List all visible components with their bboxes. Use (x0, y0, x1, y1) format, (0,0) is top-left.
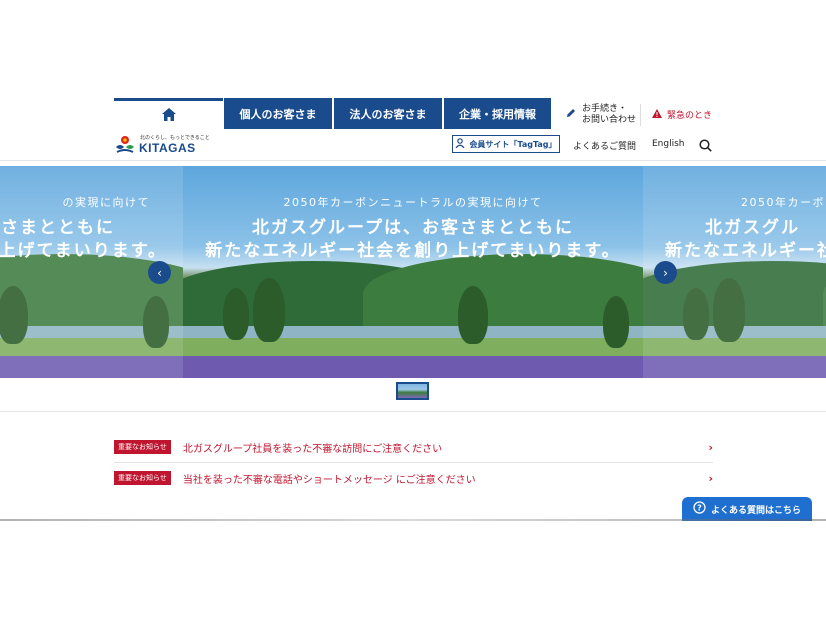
notice-text: 北ガスグループ社員を装った不審な訪問にご注意ください (182, 443, 443, 455)
hero-next-line1: 北ガスグル (705, 218, 800, 238)
logo-mark-icon (114, 135, 136, 159)
carousel-next-button[interactable]: › (654, 261, 677, 284)
carousel-thumbnail[interactable] (396, 382, 429, 400)
procedures-link[interactable]: お手続き・ お問い合わせ (566, 104, 636, 126)
hero-slide-current[interactable]: 2050年カーボンニュートラルの実現に向けて 北ガスグループは、お客さまとともに… (183, 166, 643, 378)
header-divider-line (0, 160, 826, 161)
search-icon (699, 137, 712, 156)
faq-link[interactable]: よくあるご質問 (573, 139, 636, 152)
procedures-label: お手続き・ お問い合わせ (582, 104, 636, 126)
important-badge: 重要なお知らせ (114, 440, 171, 454)
carousel-thumbnail-image (398, 384, 427, 398)
emergency-link[interactable]: 緊急のとき (652, 108, 712, 121)
hero-next-line2: 新たなエネルギー社 (665, 241, 826, 261)
header-divider (640, 104, 641, 126)
member-site-label: 会員サイト「TagTag」 (469, 139, 557, 149)
emergency-label: 緊急のとき (667, 111, 713, 121)
chevron-right-icon: › (663, 265, 668, 280)
warning-icon (652, 108, 662, 121)
kitagas-logo[interactable]: 北のくらし、もっとできること KITAGAS (114, 133, 210, 155)
hero-headline-line2: 新たなエネルギー社会を創り上げてまいります。 (205, 241, 621, 261)
page-bottom-edge (0, 519, 826, 521)
english-link[interactable]: English (652, 139, 685, 149)
procedures-label-line1: お手続き・ (582, 104, 628, 114)
svg-text:?: ? (697, 503, 702, 512)
procedures-label-line2: お問い合わせ (582, 115, 637, 125)
question-circle-icon: ? (693, 501, 706, 517)
member-site-button[interactable]: 会員サイト「TagTag」 (452, 135, 560, 153)
tab-corporate-label: 法人のお客さま (349, 107, 427, 121)
logo-wordmark: KITAGAS (139, 141, 196, 155)
notice-text: 当社を装った不審な電話やショートメッセージ にご注意ください (182, 474, 476, 486)
important-badge: 重要なお知らせ (114, 471, 171, 485)
hero-prev-subtitle: の実現に向けて (62, 196, 150, 209)
search-button[interactable] (699, 137, 712, 156)
user-icon (455, 138, 465, 150)
notice-item[interactable]: 重要なお知らせ 当社を装った不審な電話やショートメッセージ にご注意ください › (114, 463, 713, 493)
hero-headline-line1: 北ガスグループは、お客さまとともに (252, 218, 574, 238)
pencil-icon (566, 108, 576, 122)
hero-prev-line2: 上げてまいります。 (0, 241, 167, 261)
tab-personal-label: 個人のお客さま (239, 107, 317, 121)
tab-company-recruit[interactable]: 企業・採用情報 (444, 98, 551, 129)
logo-tagline: 北のくらし、もっとできること (140, 135, 210, 141)
home-icon (161, 106, 176, 125)
faq-floating-label: よくある質問はこちら (710, 505, 801, 516)
carousel-prev-button[interactable]: ‹ (148, 261, 171, 284)
chevron-right-icon: › (708, 471, 713, 485)
hero-subtitle: 2050年カーボンニュートラルの実現に向けて (283, 196, 543, 209)
tab-personal-customers[interactable]: 個人のお客さま (224, 98, 332, 129)
hero-prev-line1: さまとともに (1, 218, 115, 238)
notice-item[interactable]: 重要なお知らせ 北ガスグループ社員を装った不審な訪問にご注意ください › (114, 432, 713, 463)
section-divider (0, 411, 826, 412)
chevron-right-icon: › (708, 440, 713, 454)
home-tab[interactable] (114, 98, 223, 129)
hero-next-subtitle: 2050年カーボ (741, 196, 825, 209)
tab-corporate-customers[interactable]: 法人のお客さま (334, 98, 442, 129)
tab-company-label: 企業・採用情報 (459, 107, 536, 121)
chevron-left-icon: ‹ (157, 265, 162, 280)
faq-floating-button[interactable]: ? よくある質問はこちら (682, 497, 812, 521)
